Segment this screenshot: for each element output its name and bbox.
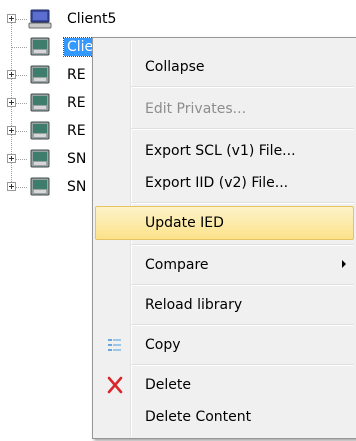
copy-icon	[108, 339, 121, 351]
menu-item-label: Update IED	[145, 215, 224, 231]
expand-plus-icon[interactable]	[7, 70, 16, 79]
tree-node-sn-2[interactable]: SN	[0, 173, 92, 201]
tree-node-label: RE	[67, 95, 86, 111]
expand-plus-icon[interactable]	[7, 14, 16, 23]
menu-item-label: Collapse	[145, 59, 205, 75]
tree-node-label: RE	[67, 67, 86, 83]
menu-item-label: Delete Content	[145, 409, 252, 425]
menu-item-label: Edit Privates...	[145, 101, 247, 117]
expand-plus-icon[interactable]	[7, 126, 16, 135]
menu-separator	[131, 86, 354, 88]
tree-node-label: Client5	[67, 11, 117, 27]
tree-node-re-3[interactable]: RE	[0, 117, 92, 145]
menu-item-label: Export IID (v2) File...	[145, 175, 289, 191]
computer-icon	[28, 9, 52, 29]
expand-plus-icon[interactable]	[7, 182, 16, 191]
menu-separator	[131, 324, 354, 326]
menu-separator	[131, 284, 354, 286]
menu-item-label: Copy	[145, 337, 181, 353]
menu-item-reload-library[interactable]: Reload library	[95, 288, 354, 322]
menu-item-delete-content[interactable]: Delete Content	[95, 400, 354, 434]
menu-separator	[131, 244, 354, 246]
menu-item-label: Export SCL (v1) File...	[145, 143, 296, 159]
menu-separator	[131, 128, 354, 130]
menu-item-edit-privates: Edit Privates...	[95, 92, 354, 126]
expand-plus-icon[interactable]	[7, 98, 16, 107]
tree-node-client5[interactable]: Client5	[0, 5, 140, 33]
device-icon	[30, 177, 50, 196]
device-icon	[30, 37, 50, 56]
menu-item-delete[interactable]: Delete	[95, 368, 354, 402]
delete-x-icon	[107, 376, 123, 394]
context-menu: Collapse Edit Privates... Export SCL (v1…	[92, 37, 356, 439]
menu-item-compare[interactable]: Compare	[95, 248, 354, 282]
menu-item-label: Reload library	[145, 297, 243, 313]
menu-item-export-iid[interactable]: Export IID (v2) File...	[95, 166, 354, 200]
device-icon	[30, 93, 50, 112]
menu-separator	[131, 202, 354, 204]
tree-node-sn-1[interactable]: SN	[0, 145, 92, 173]
submenu-arrow-icon	[342, 260, 346, 268]
menu-item-copy[interactable]: Copy	[95, 328, 354, 362]
menu-item-label: Compare	[145, 257, 209, 273]
device-icon	[30, 121, 50, 140]
menu-separator	[131, 364, 354, 366]
tree-node-re-2[interactable]: RE	[0, 89, 92, 117]
menu-item-collapse[interactable]: Collapse	[95, 50, 354, 84]
tree-node-label: SN	[67, 179, 87, 195]
menu-item-update-ied[interactable]: Update IED	[95, 206, 354, 240]
device-icon	[30, 65, 50, 84]
menu-item-label: Delete	[145, 377, 191, 393]
expand-plus-icon[interactable]	[7, 154, 16, 163]
menu-item-export-scl[interactable]: Export SCL (v1) File...	[95, 134, 354, 168]
tree-node-label: SN	[67, 151, 87, 167]
tree-node-label: RE	[67, 123, 86, 139]
tree-node-re-1[interactable]: RE	[0, 61, 92, 89]
device-icon	[30, 149, 50, 168]
